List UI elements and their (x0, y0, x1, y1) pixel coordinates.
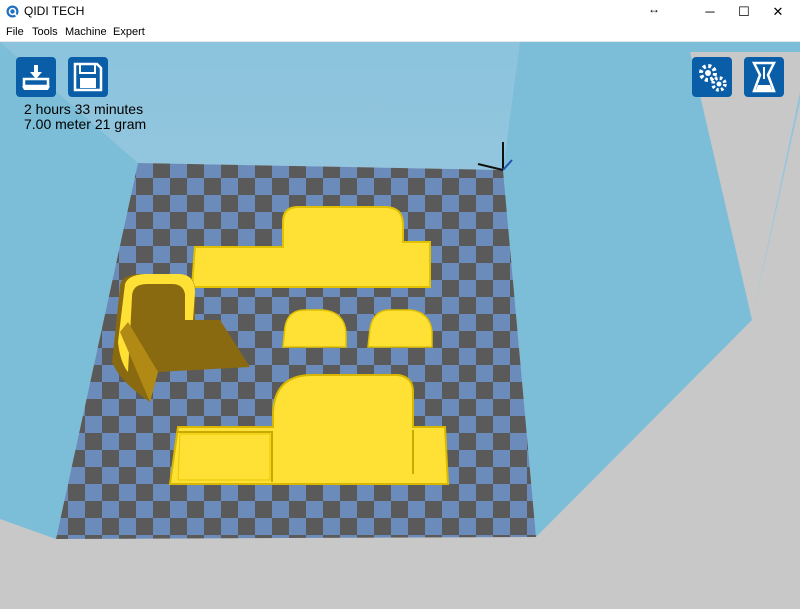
settings-button[interactable] (692, 57, 732, 97)
print-time-estimate: 2 hours 33 minutes (24, 101, 144, 117)
app-logo-icon (6, 5, 19, 18)
model-part-small-left[interactable] (282, 309, 347, 348)
maximize-button[interactable]: ☐ (726, 0, 762, 23)
menu-bar: File Tools Machine Expert (0, 23, 800, 42)
menu-file[interactable]: File (6, 26, 24, 38)
load-model-icon (22, 65, 50, 90)
3d-viewport[interactable]: 2 hours 33 minutes 7.00 meter 21 gram (0, 42, 800, 609)
menu-machine[interactable]: Machine (65, 26, 107, 38)
close-button[interactable]: ✕ (760, 0, 796, 23)
title-bar: QIDI TECH ↔ ─ ☐ ✕ (0, 0, 800, 23)
save-floppy-icon (73, 62, 103, 92)
menu-tools[interactable]: Tools (32, 26, 58, 38)
model-part-small-right[interactable] (367, 309, 433, 348)
settings-gears-icon (699, 64, 727, 92)
load-model-button[interactable] (16, 57, 56, 97)
material-estimate: 7.00 meter 21 gram (24, 116, 147, 132)
expert-mode-button[interactable] (744, 57, 784, 97)
resize-icon: ↔ (648, 2, 660, 16)
menu-expert[interactable]: Expert (113, 26, 145, 38)
expert-mode-icon (751, 61, 777, 93)
minimize-button[interactable]: ─ (692, 0, 728, 23)
save-button[interactable] (68, 57, 108, 97)
window-title: QIDI TECH (24, 4, 85, 18)
